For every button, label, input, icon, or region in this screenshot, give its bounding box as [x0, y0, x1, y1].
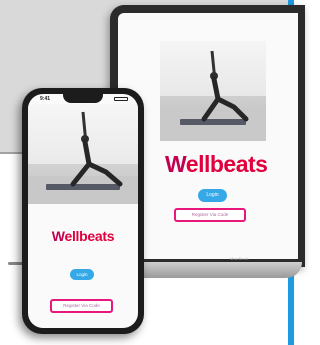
yoga-photo-phone — [28, 104, 138, 204]
phone-notch — [63, 94, 103, 103]
login-button-phone[interactable]: Login — [70, 269, 94, 280]
register-via-code-button-phone[interactable]: Register Via Code — [50, 299, 113, 313]
status-time: 9:41 — [40, 96, 51, 102]
yoga-figure-icon — [28, 111, 138, 204]
laptop-badge: MacBook — [230, 256, 249, 261]
phone-frame: 9:41 Wellbeats Login Register Via Code — [22, 88, 144, 334]
brand-wordmark-initial: W — [165, 151, 186, 177]
phone-screen: 9:41 Wellbeats Login Register Via Code — [28, 94, 138, 328]
battery-icon — [114, 97, 128, 101]
yoga-figure-icon — [160, 50, 266, 141]
brand-wordmark-rest: ellbeats — [185, 151, 268, 177]
login-button-laptop[interactable]: Login — [198, 189, 227, 202]
yoga-photo-laptop — [160, 41, 266, 141]
brand-wordmark-initial: W — [51, 228, 65, 244]
brand-wordmark-phone: Wellbeats — [28, 228, 138, 244]
brand-wordmark-laptop: Wellbeats — [165, 151, 268, 178]
brand-wordmark-rest: ellbeats — [64, 228, 115, 244]
register-via-code-button-laptop[interactable]: Register Via Code — [174, 208, 246, 222]
